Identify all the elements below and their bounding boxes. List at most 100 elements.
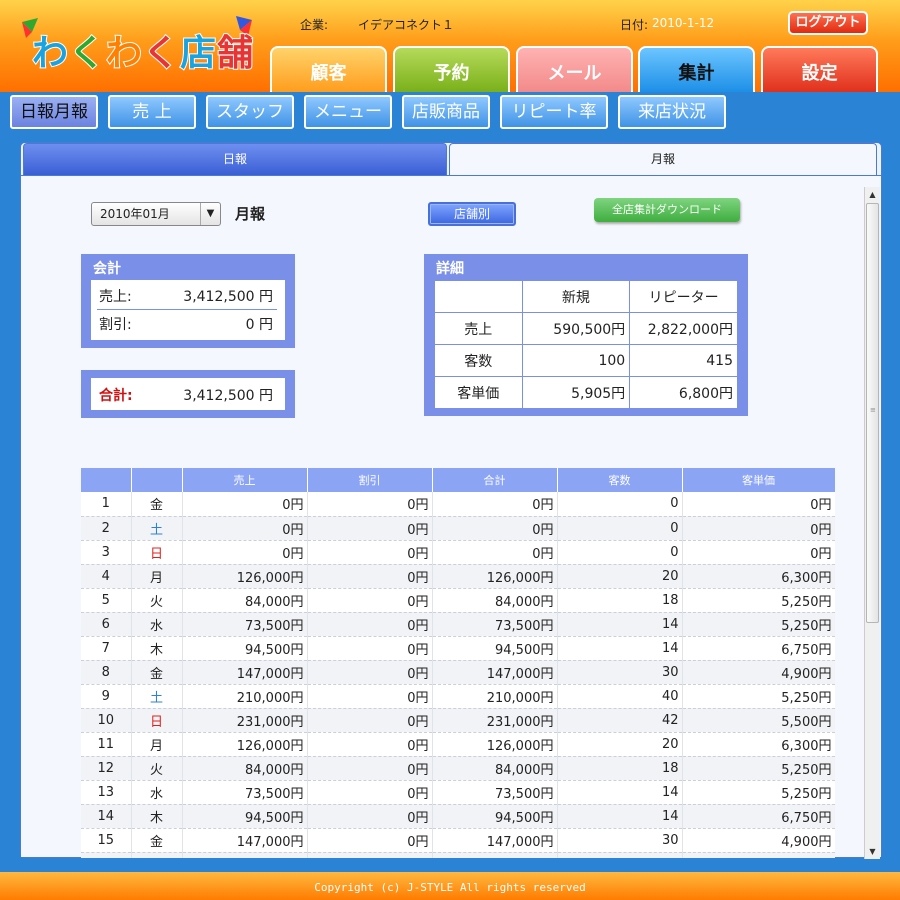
row-total: 126,000円 xyxy=(432,564,558,589)
discount-label: 割引: xyxy=(99,317,132,333)
scroll-down-icon[interactable]: ▼ xyxy=(865,844,880,859)
app-logo[interactable]: わくわく店舗 xyxy=(22,16,254,76)
row-total: 231,000円 xyxy=(432,708,558,733)
detail-row-label: 売上 xyxy=(434,312,523,345)
row-total: 147,000円 xyxy=(432,660,558,685)
tab-mail[interactable]: メール xyxy=(516,46,633,92)
accounting-body: 売上: 3,412,500 円 割引: 0 円 xyxy=(91,280,285,340)
detail-new-unit-price: 5,905円 xyxy=(521,376,631,409)
tab-daily[interactable]: 日報 xyxy=(23,143,447,175)
subnav-daily-monthly[interactable]: 日報月報 xyxy=(10,95,98,129)
row-total: 0円 xyxy=(432,540,558,565)
detail-header-new: 新規 xyxy=(521,280,631,313)
tab-customer[interactable]: 顧客 xyxy=(270,46,387,92)
row-sales: 147,000円 xyxy=(182,660,308,685)
detail-box: 詳細 新規 リピーター 売上 590,500円 2,822,000円 客数 10… xyxy=(424,254,748,416)
subnav-sales[interactable]: 売 上 xyxy=(108,95,196,129)
dropdown-arrow-icon[interactable]: ▼ xyxy=(200,203,220,225)
month-select[interactable]: 2010年01月 ▼ xyxy=(91,202,221,226)
row-customers: 18 xyxy=(557,756,683,781)
subnav-repeat-rate[interactable]: リピート率 xyxy=(500,95,608,129)
download-all-stores-button[interactable]: 全店集計ダウンロード xyxy=(594,198,740,222)
main-tabs: 顧客 予約 メール 集計 設定 xyxy=(270,46,890,94)
row-sales: 84,000円 xyxy=(182,588,308,613)
row-day: 2 xyxy=(81,516,132,541)
scroll-up-icon[interactable]: ▲ xyxy=(865,187,880,202)
row-weekday: 金 xyxy=(131,660,183,685)
subnav-visit-status[interactable]: 来店状況 xyxy=(618,95,726,129)
total-label: 合計: xyxy=(99,388,133,404)
row-discount: 0円 xyxy=(307,492,433,517)
daily-table-header: 売上 割引 合計 客数 客単価 xyxy=(81,468,835,492)
col-header-customers: 客数 xyxy=(557,468,683,492)
table-row: 15 金 147,000円 0円 147,000円 30 4,900円 xyxy=(81,828,835,853)
row-sales: 210,000円 xyxy=(182,852,308,858)
row-unit-price: 5,250円 xyxy=(682,756,835,781)
row-customers: 0 xyxy=(557,516,683,541)
row-unit-price: 4,900円 xyxy=(682,660,835,685)
col-header-day xyxy=(81,468,132,492)
table-row: 12 火 84,000円 0円 84,000円 18 5,250円 xyxy=(81,756,835,781)
row-unit-price: 6,300円 xyxy=(682,732,835,757)
row-weekday: 水 xyxy=(131,612,183,637)
row-discount: 0円 xyxy=(307,588,433,613)
row-sales: 126,000円 xyxy=(182,732,308,757)
detail-repeat-customers: 415 xyxy=(629,344,738,377)
detail-header-repeat: リピーター xyxy=(629,280,738,313)
row-sales: 126,000円 xyxy=(182,564,308,589)
by-store-button[interactable]: 店舗別 xyxy=(428,202,516,226)
row-discount: 0円 xyxy=(307,660,433,685)
sales-label: 売上: xyxy=(99,289,132,305)
row-discount: 0円 xyxy=(307,684,433,709)
row-unit-price: 4,900円 xyxy=(682,828,835,853)
col-header-sales: 売上 xyxy=(182,468,308,492)
tab-reservation[interactable]: 予約 xyxy=(393,46,510,92)
row-discount: 0円 xyxy=(307,636,433,661)
row-discount: 0円 xyxy=(307,756,433,781)
monthly-heading: 月報 xyxy=(235,205,266,223)
subnav-menu[interactable]: メニュー xyxy=(304,95,392,129)
tab-settings[interactable]: 設定 xyxy=(761,46,878,92)
date-label: 日付: xyxy=(620,18,649,32)
row-total: 73,500円 xyxy=(432,612,558,637)
tab-summary[interactable]: 集計 xyxy=(638,46,755,94)
row-total: 147,000円 xyxy=(432,828,558,853)
row-unit-price: 5,250円 xyxy=(682,588,835,613)
row-unit-price: 5,250円 xyxy=(682,852,835,858)
scrollbar-thumb[interactable]: ≡ xyxy=(866,203,879,623)
grip-icon: ≡ xyxy=(870,406,876,414)
detail-row-label: 客数 xyxy=(434,344,523,377)
row-weekday: 日 xyxy=(131,708,183,733)
row-day: 4 xyxy=(81,564,132,589)
vertical-scrollbar[interactable]: ▲ ≡ ▼ xyxy=(864,187,880,859)
row-weekday: 金 xyxy=(131,828,183,853)
sales-value: 3,412,500 円 xyxy=(183,289,273,305)
row-customers: 20 xyxy=(557,564,683,589)
row-discount: 0円 xyxy=(307,612,433,637)
subnav-retail[interactable]: 店販商品 xyxy=(402,95,490,129)
row-customers: 18 xyxy=(557,588,683,613)
row-total: 84,000円 xyxy=(432,588,558,613)
table-row: 10 日 231,000円 0円 231,000円 42 5,500円 xyxy=(81,708,835,733)
total-box: 合計: 3,412,500 円 xyxy=(81,370,295,418)
subnav-staff[interactable]: スタッフ xyxy=(206,95,294,129)
row-sales: 0円 xyxy=(182,516,308,541)
row-day: 16 xyxy=(81,852,132,858)
row-sales: 84,000円 xyxy=(182,756,308,781)
tab-monthly[interactable]: 月報 xyxy=(449,143,877,177)
table-row: 2 土 0円 0円 0円 0 0円 xyxy=(81,516,835,541)
divider xyxy=(97,309,277,310)
logout-button[interactable]: ログアウト xyxy=(788,11,868,35)
row-day: 8 xyxy=(81,660,132,685)
row-discount: 0円 xyxy=(307,780,433,805)
row-total: 0円 xyxy=(432,516,558,541)
table-row: 6 水 73,500円 0円 73,500円 14 5,250円 xyxy=(81,612,835,637)
row-unit-price: 6,750円 xyxy=(682,804,835,829)
row-day: 10 xyxy=(81,708,132,733)
row-discount: 0円 xyxy=(307,804,433,829)
row-day: 6 xyxy=(81,612,132,637)
daily-table-body: 1 金 0円 0円 0円 0 0円 2 土 0円 0円 0円 0 0円 3 日 0円 0円 0円 0 0円 4 月 126,0… xyxy=(81,492,835,858)
row-weekday: 土 xyxy=(131,852,183,858)
table-row: 7 木 94,500円 0円 94,500円 14 6,750円 xyxy=(81,636,835,661)
row-unit-price: 5,250円 xyxy=(682,684,835,709)
